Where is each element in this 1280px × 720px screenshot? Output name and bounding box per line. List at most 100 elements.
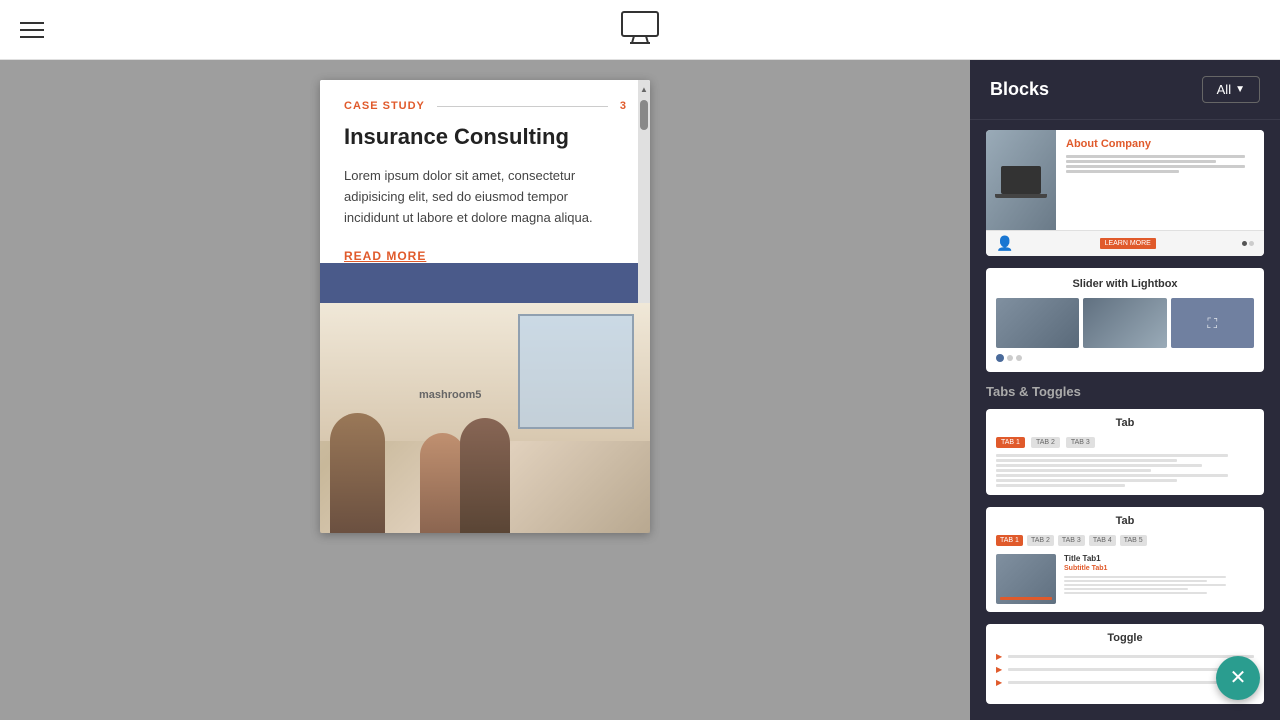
scroll-thumb <box>640 100 648 130</box>
slider-lightbox-block-card[interactable]: Slider with Lightbox ⛶ <box>986 268 1264 372</box>
slider-images: ⛶ <box>996 298 1254 348</box>
tabs-toggles-label: Tabs & Toggles <box>986 384 1264 399</box>
text-line-2 <box>1066 160 1216 163</box>
case-study-header: CASE STUDY 3 <box>344 100 626 112</box>
about-text-area: About Company <box>1056 130 1264 230</box>
tab2-tab-1: TAB 1 <box>996 535 1023 546</box>
slider-dot-row <box>996 354 1254 362</box>
tab2-tab-2: TAB 2 <box>1027 535 1054 546</box>
mini-tabs-1: TAB 1 TAB 2 TAB 3 <box>996 437 1254 448</box>
toggle-chevron-3: ▶ <box>996 678 1002 687</box>
tc-line-4 <box>996 469 1151 472</box>
tab2-tab-5: TAB 5 <box>1120 535 1147 546</box>
tab1-preview: Tab TAB 1 TAB 2 TAB 3 <box>986 409 1264 495</box>
text-line-3 <box>1066 165 1245 168</box>
hamburger-menu[interactable] <box>20 22 44 38</box>
about-company-title: About Company <box>1066 138 1254 151</box>
monitor-icon <box>620 10 660 50</box>
person-icon: 👤 <box>996 235 1013 252</box>
card-image: mashroom5 <box>320 303 650 533</box>
tc-line-7 <box>996 484 1125 487</box>
blocks-title: Blocks <box>990 79 1049 100</box>
slider-dot-2 <box>1007 355 1013 361</box>
mini-tab-1-active: TAB 1 <box>996 437 1025 448</box>
toggle-chevron-2: ▶ <box>996 665 1002 674</box>
tab1-content-lines <box>996 454 1254 487</box>
case-study-label: CASE STUDY <box>344 100 425 112</box>
laptop-icon <box>1001 166 1041 194</box>
tc-line-3 <box>996 464 1202 467</box>
person-1 <box>330 413 385 533</box>
close-icon: ✕ <box>1230 668 1247 688</box>
header-center <box>620 10 660 50</box>
read-more-link[interactable]: READ MORE <box>344 249 626 263</box>
slider-block-title: Slider with Lightbox <box>996 278 1254 290</box>
about-desc-lines <box>1066 155 1254 173</box>
about-dots <box>1242 241 1254 246</box>
slider-img-2 <box>1083 298 1166 348</box>
toggle-rows: ▶ ▶ ▶ <box>996 652 1254 687</box>
sidebar: Blocks All ▼ About Company <box>970 60 1280 720</box>
mini-tab-1-3: TAB 3 <box>1066 437 1095 448</box>
all-filter-button[interactable]: All ▼ <box>1202 76 1260 103</box>
about-company-preview: About Company <box>986 130 1264 230</box>
toggle-row-2: ▶ <box>996 665 1254 674</box>
t2-line-4 <box>1064 588 1188 590</box>
slider-block-preview: Slider with Lightbox ⛶ <box>986 268 1264 372</box>
tab2-title: Tab <box>996 515 1254 527</box>
all-button-label: All <box>1217 82 1231 97</box>
tab2-content-title: Title Tab1 <box>1064 554 1254 563</box>
main-layout: ▲ ▼ CASE STUDY 3 Insurance Consulting Lo… <box>0 60 1280 720</box>
tab2-block-card[interactable]: Tab TAB 1 TAB 2 TAB 3 TAB 4 TAB 5 Title <box>986 507 1264 612</box>
tab2-preview: Tab TAB 1 TAB 2 TAB 3 TAB 4 TAB 5 Title <box>986 507 1264 612</box>
toggle-chevron-1: ▶ <box>996 652 1002 661</box>
sidebar-blocks-list[interactable]: About Company 👤 LEARN MORE <box>970 120 1280 720</box>
meeting-scene: mashroom5 <box>320 303 650 533</box>
tab2-content-subtitle: Subtitle Tab1 <box>1064 565 1254 572</box>
slider-img-1 <box>996 298 1079 348</box>
about-company-block-card[interactable]: About Company 👤 LEARN MORE <box>986 130 1264 256</box>
tc-line-1 <box>996 454 1228 457</box>
slider-dot-active <box>996 354 1004 362</box>
text-line-4 <box>1066 170 1179 173</box>
text-line-1 <box>1066 155 1245 158</box>
dot-1 <box>1242 241 1247 246</box>
tab2-header-tabs: TAB 1 TAB 2 TAB 3 TAB 4 TAB 5 <box>996 535 1254 546</box>
meeting-people <box>320 349 650 533</box>
t2-lines <box>1064 576 1254 594</box>
mini-tab-1-2: TAB 2 <box>1031 437 1060 448</box>
case-study-number: 3 <box>620 100 626 112</box>
toggle-title: Toggle <box>996 632 1254 644</box>
dot-2 <box>1249 241 1254 246</box>
about-bottom-bar: 👤 LEARN MORE <box>986 230 1264 256</box>
scroll-up-arrow[interactable]: ▲ <box>640 84 648 96</box>
card-text-content: CASE STUDY 3 Insurance Consulting Lorem … <box>320 80 650 263</box>
t2-line-3 <box>1064 584 1226 586</box>
tab1-block-card[interactable]: Tab TAB 1 TAB 2 TAB 3 <box>986 409 1264 495</box>
person-3 <box>460 418 510 533</box>
case-study-line <box>437 106 608 107</box>
header <box>0 0 1280 60</box>
tc-line-2 <box>996 459 1177 462</box>
chevron-down-icon: ▼ <box>1235 84 1245 95</box>
laptop-image <box>986 130 1056 230</box>
expand-icon: ⛶ <box>1207 315 1217 332</box>
toggle-line-1 <box>1008 655 1254 658</box>
person-2 <box>420 433 465 533</box>
tab2-tab-4: TAB 4 <box>1089 535 1116 546</box>
about-cta-label: LEARN MORE <box>1100 238 1156 249</box>
canvas-area: ▲ ▼ CASE STUDY 3 Insurance Consulting Lo… <box>0 60 970 720</box>
card-blue-section <box>320 263 650 303</box>
t2-line-2 <box>1064 580 1207 582</box>
preview-card: ▲ ▼ CASE STUDY 3 Insurance Consulting Lo… <box>320 80 650 533</box>
tab2-content: Title Tab1 Subtitle Tab1 <box>996 554 1254 604</box>
card-title: Insurance Consulting <box>344 124 626 150</box>
tab2-tab-3: TAB 3 <box>1058 535 1085 546</box>
tab2-image <box>996 554 1056 604</box>
t2-line-1 <box>1064 576 1226 578</box>
close-fab-button[interactable]: ✕ <box>1216 656 1260 700</box>
tab2-text: Title Tab1 Subtitle Tab1 <box>1064 554 1254 604</box>
slider-img-3: ⛶ <box>1171 298 1254 348</box>
toggle-row-1: ▶ <box>996 652 1254 661</box>
card-body-text: Lorem ipsum dolor sit amet, consectetur … <box>344 166 626 228</box>
